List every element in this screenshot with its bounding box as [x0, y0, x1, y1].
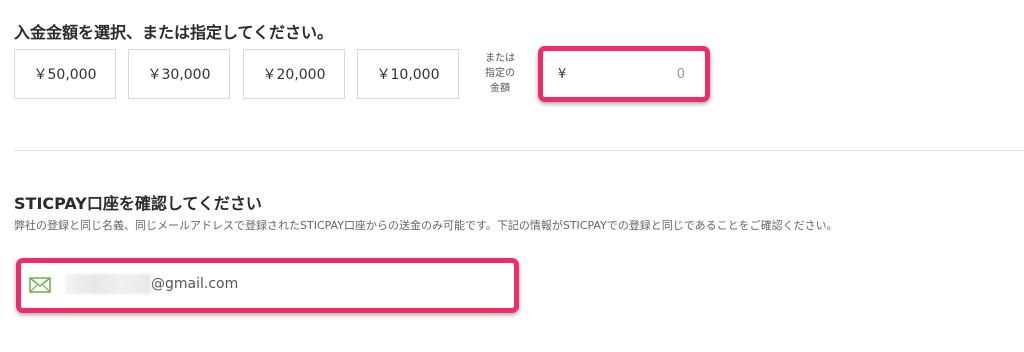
custom-label-line: 金額	[490, 83, 510, 94]
deposit-amount-title: 入金金額を選択、または指定してください。	[14, 23, 334, 42]
amount-button-20000[interactable]: ￥20,000	[243, 49, 345, 99]
section-divider	[14, 150, 1024, 151]
envelope-icon	[29, 277, 51, 293]
account-description: 弊社の登録と同じ名義、同じメールアドレスで登録されたSTICPAY口座からの送金…	[14, 219, 838, 232]
custom-amount-label: または 指定の 金額	[484, 51, 516, 96]
custom-amount-value: 0	[676, 67, 685, 82]
amount-label: ￥50,000	[33, 67, 97, 83]
custom-label-line: 指定の	[485, 68, 515, 79]
currency-symbol: ¥	[558, 67, 567, 82]
email-redaction	[65, 274, 151, 294]
amount-button-10000[interactable]: ￥10,000	[357, 49, 459, 99]
custom-label-line: または	[485, 53, 515, 64]
amount-button-30000[interactable]: ￥30,000	[128, 49, 230, 99]
account-confirm-title: STICPAY口座を確認してください	[14, 194, 262, 213]
amount-button-50000[interactable]: ￥50,000	[14, 49, 116, 99]
email-suffix: @gmail.com	[151, 276, 239, 292]
amount-label: ￥10,000	[376, 67, 440, 83]
amount-label: ￥30,000	[147, 67, 211, 83]
custom-amount-field[interactable]: ¥ 0	[538, 46, 710, 102]
amount-label: ￥20,000	[262, 67, 326, 83]
